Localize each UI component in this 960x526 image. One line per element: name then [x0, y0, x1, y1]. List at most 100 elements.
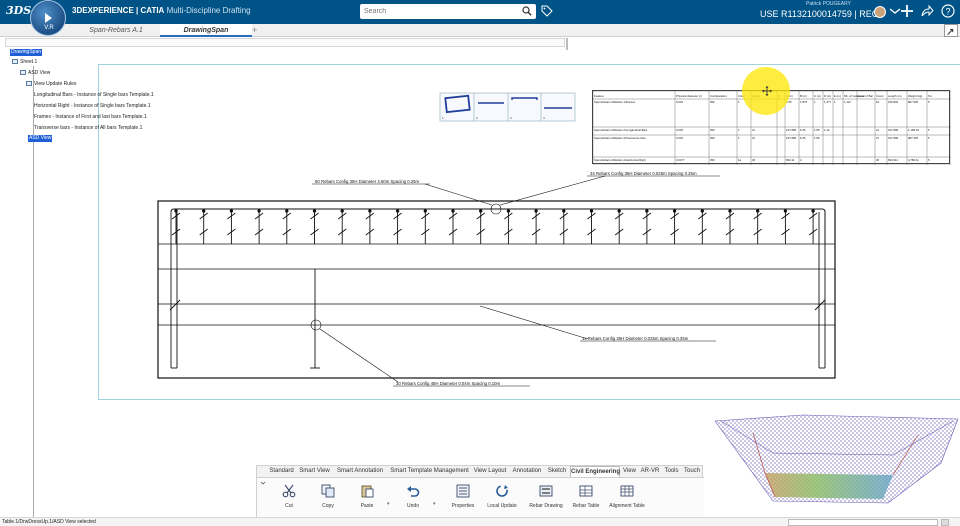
ribbon-tab-smart-view[interactable]: Smart View: [297, 466, 332, 477]
play-icon: [45, 13, 52, 23]
undo-icon: [407, 486, 420, 497]
tree-item-rule[interactable]: Transverse bars - Instance of All bars T…: [34, 125, 142, 132]
ribbon-tab-view[interactable]: View: [622, 466, 637, 477]
status-text: Table.1/DrwDressUp.1/ASD View selected: [2, 519, 96, 525]
rebar-dot: [257, 209, 261, 213]
table-cell: 197.899: [786, 128, 797, 132]
table-cell: 0.032: [676, 100, 683, 104]
tree-item-rule[interactable]: Horizontal Right - Instance of Single ba…: [34, 103, 151, 110]
table-cell: Span-Rebars 4/Rebars 1/Frames: [594, 100, 636, 104]
paste-dropdown-icon[interactable]: ▾: [387, 501, 390, 507]
rebar-dot: [700, 209, 704, 213]
command-input[interactable]: [788, 519, 938, 526]
table-cell: 1.12: [824, 128, 830, 132]
ribbon-tab-sketch[interactable]: Sketch: [546, 466, 568, 477]
table-cell: 0.032: [676, 136, 683, 140]
rebar-dot: [202, 209, 206, 213]
table-cell: 1: [738, 128, 740, 132]
table-cell: 35F: [710, 100, 715, 104]
table-header-cell: Configuration: [710, 94, 727, 98]
rebar-dot: [672, 209, 677, 213]
compass-button[interactable]: V.R: [30, 0, 66, 36]
rebar-dot: [285, 209, 289, 213]
table-cell: 45F: [710, 158, 715, 162]
copy-icon: [321, 484, 335, 498]
tree-item-rule[interactable]: Frames - Instance of First and last bars…: [34, 114, 147, 121]
ribbon-tab-smart-template-management[interactable]: Smart Template Management: [388, 466, 471, 477]
callout-label[interactable]: 30 Rebars Config 45H Diameter 0.04m Spac…: [396, 381, 501, 386]
table-cell: 9.25: [800, 128, 806, 132]
rebar-dot: [479, 209, 483, 213]
ribbon-tab-touch[interactable]: Touch: [682, 466, 702, 477]
table-header-cell: Tot: [928, 94, 932, 98]
view-icon: [20, 70, 26, 76]
table-header-cell: Weight (kg): [908, 94, 922, 98]
rebar-table-icon: [579, 485, 593, 497]
table-cell: 1: [814, 100, 816, 104]
tree-item-selected-view[interactable]: ASD View: [28, 135, 53, 142]
table-cell: 1: [834, 100, 836, 104]
table-cell: 16: [876, 100, 880, 104]
ribbon-tab-annotation[interactable]: Annotation: [510, 466, 544, 477]
table-header-cell: D (m): [824, 94, 831, 98]
table-header-cell: Length (m): [888, 94, 902, 98]
ribbon-tab-standard[interactable]: Standard: [268, 466, 295, 477]
table-header-cell: Count: [876, 94, 884, 98]
table-header-cell: Level of Bar: [858, 94, 873, 98]
update-icon: [496, 485, 508, 497]
3d-preview[interactable]: [713, 413, 960, 506]
rebar-dot: [756, 209, 760, 213]
tree-item-view-update-rules[interactable]: View Update Rules: [26, 81, 76, 88]
bar-shape-thumbnails: 1 2 3 4: [439, 92, 576, 122]
table-cell: 156.832: [888, 100, 899, 104]
table-cell: 1.377: [824, 100, 831, 104]
table-cell: 1.875: [800, 100, 807, 104]
table-cell: 5: [928, 136, 930, 140]
table-cell: 4,786.11: [908, 158, 919, 162]
undo-dropdown-icon[interactable]: ▾: [433, 501, 436, 507]
table-cell: 21: [752, 136, 756, 140]
table-cell: 197.899: [888, 128, 899, 132]
sheet-icon: [12, 59, 18, 65]
ribbon-tab-tools[interactable]: Tools: [663, 466, 680, 477]
table-cell: Span-Rebars 4/Rebars 4/Horizontal Right: [594, 158, 646, 162]
chevron-down-icon[interactable]: [260, 480, 266, 486]
ribbon-tab-view-layout[interactable]: View Layout: [472, 466, 508, 477]
callout-label[interactable]: 50 Rebars Config 35H Diameter 4.60m Spac…: [315, 179, 420, 184]
table-header-cell: Physical diameter (r): [676, 94, 702, 98]
table-cell: 1: [738, 100, 740, 104]
table-cell: 21: [752, 128, 756, 132]
table-cell: 9.25: [800, 136, 806, 140]
status-toggle[interactable]: [941, 519, 949, 526]
callout-label[interactable]: 1x Rebars Config 35H Diameter 0.025m Spa…: [582, 336, 689, 341]
app-window: 3DS 3DEXPERIENCE | CATIA Multi-Disciplin…: [0, 0, 960, 526]
tree-item-root[interactable]: DrawingSpan: [10, 49, 43, 56]
rebar-dot: [451, 209, 455, 213]
rebar-dot: [312, 209, 317, 213]
rebar-dot: [783, 209, 788, 213]
table-header-cell: C (m): [814, 94, 821, 98]
scissors-icon: [282, 484, 296, 498]
status-bar: Table.1/DrwDressUp.1/ASD View selected: [0, 517, 960, 526]
table-cell: 1.85: [814, 128, 820, 132]
ribbon-tab-smart-annotation[interactable]: Smart Annotation: [334, 466, 386, 477]
tree-item-asd-view[interactable]: ASD View: [20, 70, 50, 77]
table-cell: 21: [876, 128, 880, 132]
ribbon-tab-civil-engineering[interactable]: Civil Engineering: [570, 466, 620, 477]
rebar-dot: [229, 209, 234, 213]
table-cell: 35F: [710, 136, 715, 140]
rebar-dot: [617, 209, 621, 213]
table-cell: 693.11: [786, 158, 795, 162]
ribbon-tab-ar-vr[interactable]: AR-VR: [639, 466, 661, 477]
tree-item-rule[interactable]: Longitudinal Bars - Instance of Single b…: [34, 92, 154, 99]
tree-item-sheet[interactable]: Sheet.1: [12, 59, 37, 66]
rebar-stirrups: [171, 209, 818, 244]
table-cell: 1.85: [814, 136, 820, 140]
table-cell: 5: [928, 128, 930, 132]
table-cell: 30: [876, 158, 880, 162]
table-header-cell: B (m): [800, 94, 807, 98]
table-cell: 197.899: [786, 136, 797, 140]
rebar-dot: [811, 209, 815, 213]
rebar-dot: [534, 209, 538, 213]
callout-label[interactable]: 34 Rebars Config 35H Diameter 0.025m Spa…: [590, 171, 697, 176]
